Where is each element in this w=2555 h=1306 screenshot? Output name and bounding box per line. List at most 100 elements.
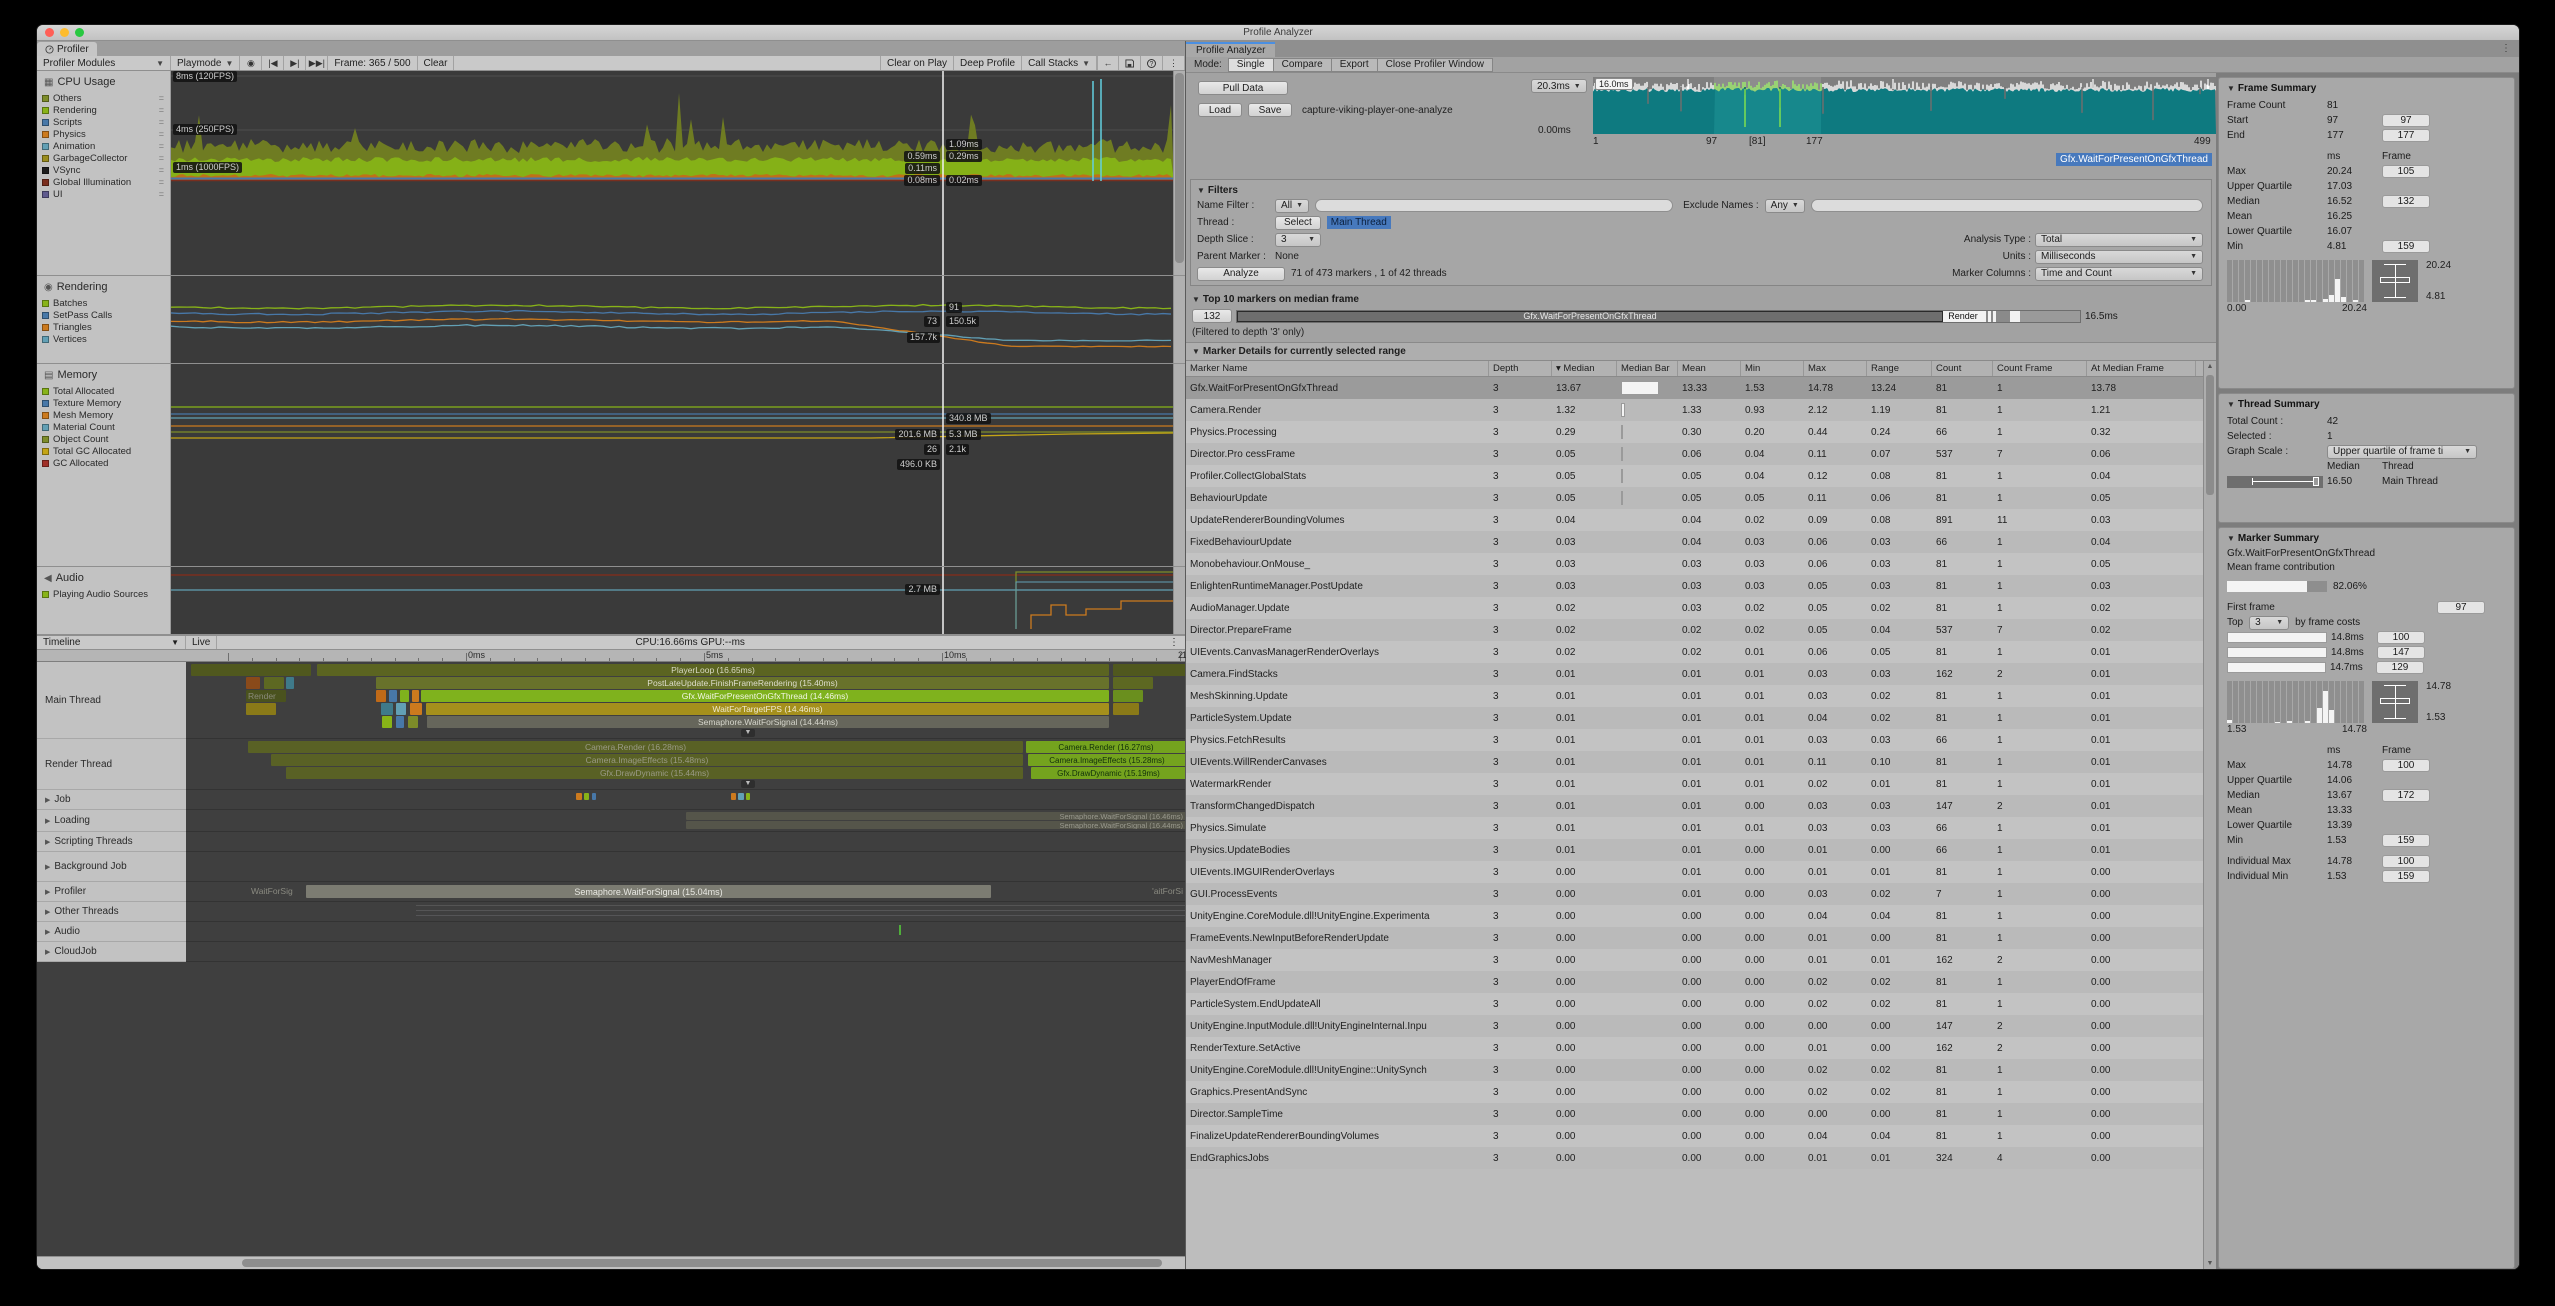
thread-name[interactable]: Main Thread <box>37 662 186 739</box>
legend-grip-icon[interactable]: = <box>159 165 164 175</box>
profiler-thread-bar[interactable]: Semaphore.WaitForSignal (15.04ms) <box>306 885 991 898</box>
thread-lane[interactable] <box>186 790 1185 810</box>
expand-arrow-icon[interactable]: ▶ <box>45 838 50 846</box>
top10-bar[interactable]: Gfx.WaitForPresentOnGfxThreadRender <box>1236 310 2081 323</box>
legend-item[interactable]: Vertices <box>42 333 170 345</box>
table-row[interactable]: UIEvents.IMGUIRenderOverlays30.000.010.0… <box>1186 861 2216 883</box>
timeline-fragment[interactable] <box>191 664 311 676</box>
thread-name[interactable]: ▶Loading <box>37 810 186 832</box>
column-header-range[interactable]: Range <box>1867 361 1932 376</box>
pull-data-button[interactable]: Pull Data <box>1198 81 1288 95</box>
thread-name[interactable]: ▶Scripting Threads <box>37 832 186 852</box>
name-filter-input[interactable] <box>1315 199 1673 212</box>
thread-name[interactable]: ▶Other Threads <box>37 902 186 922</box>
thread-name[interactable]: ▶Audio <box>37 922 186 942</box>
legend-item[interactable]: Material Count <box>42 421 170 433</box>
frame-jump-button[interactable]: 177 <box>2382 129 2430 142</box>
timeline-fragment[interactable] <box>400 690 409 702</box>
scroll-up-icon[interactable]: ▲ <box>2204 363 2216 370</box>
table-row[interactable]: Camera.FindStacks30.010.010.010.030.0316… <box>1186 663 2216 685</box>
job-fragment[interactable] <box>584 793 589 800</box>
frame-jump-button[interactable]: 132 <box>2382 195 2430 208</box>
mode-export-button[interactable]: Export <box>1332 58 1378 72</box>
expand-arrow-icon[interactable]: ▶ <box>45 908 50 916</box>
legend-item[interactable]: GC Allocated <box>42 457 170 469</box>
frame-scale-dropdown[interactable]: 20.3ms▼ <box>1531 79 1587 93</box>
load-profile-icon[interactable]: ← <box>1097 56 1119 70</box>
timeline-fragment[interactable] <box>246 677 260 689</box>
module-chart[interactable]: 9173150.5k157.7k <box>171 276 1173 363</box>
legend-grip-icon[interactable]: = <box>159 117 164 127</box>
timeline-fragment[interactable] <box>376 690 386 702</box>
timeline-fragment[interactable] <box>396 703 406 715</box>
expand-arrow-icon[interactable]: ▶ <box>45 796 50 804</box>
table-row[interactable]: FixedBehaviourUpdate30.030.040.030.060.0… <box>1186 531 2216 553</box>
tab-profiler[interactable]: Profiler <box>37 42 97 56</box>
table-row[interactable]: Director.PrepareFrame30.020.020.020.050.… <box>1186 619 2216 641</box>
frame-range-chart[interactable] <box>1593 77 2216 134</box>
thread-name[interactable]: ▶Profiler <box>37 882 186 902</box>
table-row[interactable]: Profiler.CollectGlobalStats30.050.050.04… <box>1186 465 2216 487</box>
charts-vscrollbar[interactable] <box>1173 276 1185 363</box>
table-row[interactable]: EndGraphicsJobs30.000.000.000.010.013244… <box>1186 1147 2216 1169</box>
clear-on-play-toggle[interactable]: Clear on Play <box>881 56 954 70</box>
timeline-fragment[interactable] <box>1113 690 1143 702</box>
expand-arrow-icon[interactable]: ▶ <box>45 948 50 956</box>
module-chart[interactable]: 340.8 MB201.6 MB5.3 MB262.1k496.0 KB <box>171 364 1173 566</box>
exclude-names-input[interactable] <box>1811 199 2203 212</box>
timeline-ruler[interactable]: 0ms5ms10ms15ms2 <box>37 650 1185 662</box>
timeline-bar[interactable]: Gfx.DrawDynamic (15.19ms) <box>1031 767 1185 779</box>
expand-arrow-icon[interactable]: ▶ <box>45 888 50 896</box>
call-stacks-dropdown[interactable]: Call Stacks▼ <box>1022 56 1097 70</box>
timeline-bar[interactable]: Semaphore.WaitForSignal (14.44ms) <box>427 716 1109 728</box>
collapse-arrow-icon[interactable]: ▼ <box>741 729 755 737</box>
timeline-fragment[interactable] <box>264 677 284 689</box>
table-row[interactable]: Physics.UpdateBodies30.010.010.000.010.0… <box>1186 839 2216 861</box>
load-button[interactable]: Load <box>1198 103 1242 117</box>
timeline-fragment[interactable] <box>410 703 422 715</box>
thread-lane[interactable] <box>186 922 1185 942</box>
scroll-down-icon[interactable]: ▼ <box>2204 1260 2216 1267</box>
legend-item[interactable]: Global Illumination= <box>42 176 170 188</box>
mode-close-profiler-window-button[interactable]: Close Profiler Window <box>1378 58 1493 72</box>
thread-lane[interactable] <box>186 832 1185 852</box>
timeline-bar[interactable]: Camera.ImageEffects (15.48ms) <box>271 754 1023 766</box>
timeline-fragment[interactable] <box>382 716 392 728</box>
table-row[interactable]: Graphics.PresentAndSync30.000.000.000.02… <box>1186 1081 2216 1103</box>
legend-item[interactable]: GarbageCollector= <box>42 152 170 164</box>
timeline-bar[interactable]: Camera.Render (16.28ms) <box>248 741 1023 753</box>
legend-item[interactable]: Others= <box>42 92 170 104</box>
tab-profile-analyzer[interactable]: Profile Analyzer <box>1186 42 1275 57</box>
timeline-fragment[interactable] <box>246 703 276 715</box>
charts-vscrollbar[interactable] <box>1173 567 1185 634</box>
table-row[interactable]: MeshSkinning.Update30.010.010.010.030.02… <box>1186 685 2216 707</box>
legend-item[interactable]: Rendering= <box>42 104 170 116</box>
timeline-hscrollbar[interactable] <box>37 1256 1185 1269</box>
table-row[interactable]: Physics.Simulate30.010.010.010.030.03661… <box>1186 817 2216 839</box>
legend-grip-icon[interactable]: = <box>159 141 164 151</box>
table-row[interactable]: RenderTexture.SetActive30.000.000.000.01… <box>1186 1037 2216 1059</box>
column-header-at-median-frame[interactable]: At Median Frame <box>2087 361 2196 376</box>
analysis-type-dropdown[interactable]: Total▼ <box>2035 233 2203 247</box>
loading-bar[interactable]: Semaphore.WaitForSignal (16.46ms) <box>686 812 1185 820</box>
name-filter-mode-dropdown[interactable]: All▼ <box>1275 199 1309 213</box>
charts-vscrollbar[interactable] <box>1173 364 1185 566</box>
legend-item[interactable]: Total GC Allocated <box>42 445 170 457</box>
marker-columns-dropdown[interactable]: Time and Count▼ <box>2035 267 2203 281</box>
table-row[interactable]: Director.SampleTime30.000.000.000.000.00… <box>1186 1103 2216 1125</box>
thread-lane[interactable]: Camera.Render (16.28ms)Camera.Render (16… <box>186 739 1185 790</box>
table-row[interactable]: UnityEngine.InputModule.dll!UnityEngineI… <box>1186 1015 2216 1037</box>
legend-grip-icon[interactable]: = <box>159 189 164 199</box>
legend-item[interactable]: Batches <box>42 297 170 309</box>
collapse-arrow-icon[interactable]: ▼ <box>741 780 755 788</box>
timeline-live-button[interactable]: Live <box>186 636 217 649</box>
frame-jump-button[interactable]: 100 <box>2382 759 2430 772</box>
expand-arrow-icon[interactable]: ▶ <box>45 863 50 871</box>
legend-item[interactable]: Mesh Memory <box>42 409 170 421</box>
job-fragment[interactable] <box>731 793 736 800</box>
timeline-bar[interactable]: Gfx.DrawDynamic (15.44ms) <box>286 767 1023 779</box>
timeline-bar[interactable]: PlayerLoop (16.65ms) <box>317 664 1109 676</box>
column-header-max[interactable]: Max <box>1804 361 1867 376</box>
table-row[interactable]: FinalizeUpdateRendererBoundingVolumes30.… <box>1186 1125 2216 1147</box>
timeline-fragment[interactable] <box>389 690 397 702</box>
